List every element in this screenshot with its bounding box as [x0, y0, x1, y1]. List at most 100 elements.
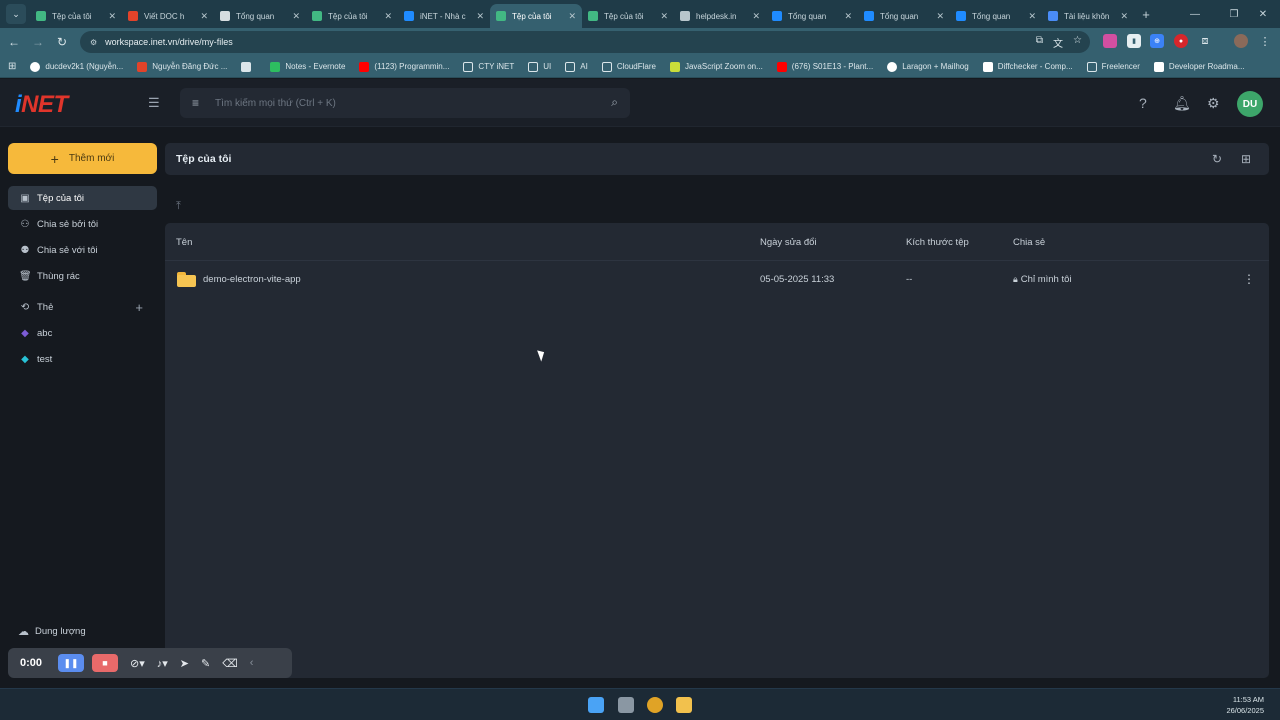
storage-link[interactable]: ☁ Dung lượng — [18, 625, 86, 638]
back-arrow-icon[interactable]: ← — [2, 35, 26, 49]
minimize-icon[interactable]: — — [1178, 0, 1212, 28]
tab-close-icon[interactable]: ✕ — [476, 11, 484, 22]
help-icon[interactable]: ? — [1139, 95, 1147, 111]
tab-close-icon[interactable]: ✕ — [108, 11, 116, 22]
collapse-sidebar-icon[interactable]: ☰ — [148, 95, 160, 111]
new-tab-plus-icon[interactable]: + — [1136, 7, 1156, 22]
sidebar-tags-header[interactable]: ⟲ Thẻ + — [8, 295, 157, 319]
row-more-icon[interactable]: ⋮ — [1243, 272, 1255, 286]
extensions-puzzle-icon[interactable]: ⧈ — [1198, 34, 1212, 48]
tab-close-icon[interactable]: ✕ — [1120, 11, 1128, 22]
system-clock[interactable]: 11:53 AM 26/06/2025 — [1226, 694, 1264, 716]
bookmark-item[interactable]: Nguyễn Đăng Đức ... — [137, 61, 227, 72]
browser-tab[interactable]: Tổng quan ✕ — [766, 4, 858, 28]
sidebar-item[interactable]: ⚉ Chia sẻ với tôi — [8, 238, 157, 262]
bookmark-item[interactable]: (676) S01E13 - Plant... — [776, 61, 873, 72]
bookmark-item[interactable]: Notes - Evernote — [270, 61, 345, 72]
sidebar-item[interactable]: ⚇ Chia sẻ bởi tôi — [8, 212, 157, 236]
bookmark-item[interactable]: CTY iNET — [463, 61, 514, 72]
inet-logo[interactable]: iNET — [15, 91, 68, 119]
extension-icon[interactable]: ▮ — [1127, 34, 1141, 48]
browser-tab[interactable]: Viết DOC h ✕ — [122, 4, 214, 28]
task-view-icon[interactable] — [618, 697, 634, 713]
column-name[interactable]: Tên — [176, 237, 192, 248]
bookmark-item[interactable]: AI — [565, 61, 588, 72]
grid-view-icon[interactable]: ⊞ — [1241, 152, 1251, 166]
reload-icon[interactable]: ↻ — [50, 35, 74, 49]
sidebar-tag[interactable]: ◆ abc — [8, 321, 157, 345]
eraser-icon[interactable]: ⌫ — [222, 657, 238, 670]
browser-tab[interactable]: Tài liệu khôn ✕ — [1042, 4, 1134, 28]
bookmark-item[interactable]: JavaScript Zoom on... — [669, 61, 763, 72]
refresh-icon[interactable]: ↻ — [1212, 152, 1222, 166]
tab-close-icon[interactable]: ✕ — [936, 11, 944, 22]
add-tag-plus-icon[interactable]: + — [135, 300, 143, 315]
browser-tab[interactable]: helpdesk.in ✕ — [674, 4, 766, 28]
sort-icon[interactable]: ⤒ — [176, 200, 181, 213]
browser-tab[interactable]: Tổng quan ✕ — [858, 4, 950, 28]
browser-tab[interactable]: Tệp của tôi ✕ — [490, 4, 582, 28]
table-row[interactable]: demo-electron-vite-app 05-05-2025 11:33 … — [165, 262, 1269, 298]
sidebar-item[interactable]: 🗑︎ Thùng rác — [8, 264, 157, 288]
cursor-tool-icon[interactable]: ➤ — [180, 657, 189, 670]
tab-search-chevron-icon[interactable]: ⌄ — [6, 4, 26, 24]
browser-tab[interactable]: Tổng quan ✕ — [950, 4, 1042, 28]
translate-icon[interactable]: 文 — [1053, 35, 1063, 50]
bookmark-item[interactable]: ducdev2k1 (Nguyễn... — [30, 61, 123, 72]
tab-close-icon[interactable]: ✕ — [384, 11, 392, 22]
chrome-icon[interactable] — [647, 697, 663, 713]
tab-close-icon[interactable]: ✕ — [292, 11, 300, 22]
camera-off-icon[interactable]: ⊘▾ — [130, 657, 145, 670]
collapse-chevron-icon[interactable]: ‹ — [250, 657, 254, 669]
gear-icon[interactable]: ⚙ — [1207, 95, 1220, 112]
browser-tab[interactable]: Tổng quan ✕ — [214, 4, 306, 28]
bookmark-star-icon[interactable]: ☆ — [1073, 35, 1082, 50]
window-close-icon[interactable]: ✕ — [1246, 0, 1280, 28]
tab-close-icon[interactable]: ✕ — [200, 11, 208, 22]
site-info-icon[interactable]: ⚙ — [90, 38, 97, 47]
profile-avatar-icon[interactable] — [1234, 34, 1248, 48]
sidebar-item[interactable]: ▣ Tệp của tôi — [8, 186, 157, 210]
bookmark-item[interactable]: CloudFlare — [601, 61, 656, 72]
browser-menu-icon[interactable]: ⋮ — [1258, 34, 1272, 48]
bookmark-item[interactable]: (1123) Programmin... — [359, 61, 449, 72]
column-size[interactable]: Kích thước tệp — [906, 237, 969, 248]
column-modified[interactable]: Ngày sửa đổi — [760, 237, 817, 248]
bookmark-item[interactable] — [241, 61, 256, 72]
tab-close-icon[interactable]: ✕ — [844, 11, 852, 22]
file-explorer-icon[interactable] — [676, 697, 692, 713]
search-input[interactable] — [215, 97, 576, 109]
url-omnibox[interactable]: ⚙ workspace.inet.vn/drive/my-files ⧉ 文 ☆ — [80, 31, 1090, 53]
apps-grid-icon[interactable]: ⊞ — [8, 61, 16, 72]
tab-close-icon[interactable]: ✕ — [660, 11, 668, 22]
bookmark-item[interactable]: Laragon + Mailhog — [887, 61, 969, 72]
search-icon[interactable]: ⌕ — [611, 95, 618, 110]
install-app-icon[interactable]: ⧉ — [1036, 35, 1043, 50]
sidebar-tag[interactable]: ◆ test — [8, 347, 157, 371]
extension-icon[interactable]: ⊕ — [1150, 34, 1164, 48]
tab-close-icon[interactable]: ✕ — [568, 11, 576, 22]
stop-icon[interactable]: ■ — [92, 654, 118, 672]
tab-close-icon[interactable]: ✕ — [1028, 11, 1036, 22]
browser-tab[interactable]: Tệp của tôi ✕ — [30, 4, 122, 28]
forward-arrow-icon[interactable]: → — [26, 35, 50, 49]
avatar[interactable]: DU — [1237, 91, 1263, 117]
browser-tab[interactable]: Tệp của tôi ✕ — [306, 4, 398, 28]
browser-tab[interactable]: iNET - Nhà c ✕ — [398, 4, 490, 28]
filter-icon[interactable]: ≡ — [192, 96, 199, 110]
mic-off-icon[interactable]: ♪▾ — [157, 657, 168, 670]
bookmark-item[interactable]: Developer Roadma... — [1153, 61, 1245, 72]
bookmark-item[interactable]: Freelencer — [1086, 61, 1140, 72]
tab-close-icon[interactable]: ✕ — [752, 11, 760, 22]
pause-icon[interactable]: ❚❚ — [58, 654, 84, 672]
add-new-button[interactable]: + Thêm mới — [8, 143, 157, 174]
bookmark-item[interactable]: UI — [528, 61, 551, 72]
column-share[interactable]: Chia sẻ — [1013, 237, 1045, 248]
bell-icon[interactable]: 🔔︎ — [1173, 95, 1191, 112]
browser-tab[interactable]: Tệp của tôi ✕ — [582, 4, 674, 28]
windows-start-icon[interactable] — [588, 697, 604, 713]
bookmark-item[interactable]: Diffchecker - Comp... — [982, 61, 1073, 72]
extension-icon[interactable]: ● — [1174, 34, 1188, 48]
extension-icon[interactable] — [1103, 34, 1117, 48]
pen-icon[interactable]: ✎ — [201, 657, 210, 670]
